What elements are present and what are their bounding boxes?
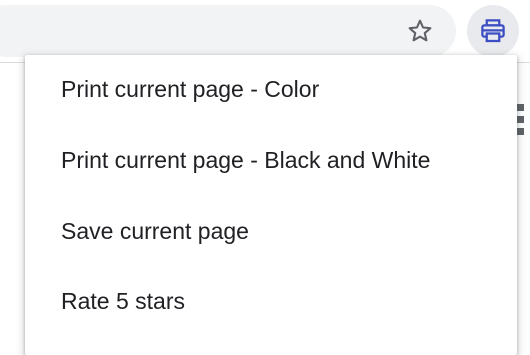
menu-item-label: Save current page xyxy=(61,217,249,244)
menu-item-label: Print current page - Color xyxy=(61,75,320,102)
printer-icon xyxy=(481,19,505,43)
menu-item-rate-stars[interactable]: Rate 5 stars xyxy=(25,266,517,336)
print-extension-button[interactable] xyxy=(467,5,519,57)
print-extension-menu: Print current page - Color Print current… xyxy=(25,55,517,355)
address-bar[interactable] xyxy=(0,5,456,57)
page-menu-icon[interactable] xyxy=(517,104,525,136)
menu-item-label: Rate 5 stars xyxy=(61,287,185,314)
menu-item-print-black-and-white[interactable]: Print current page - Black and White xyxy=(25,125,517,195)
menu-item-save-page[interactable]: Save current page xyxy=(25,196,517,266)
menu-item-label: Print current page - Black and White xyxy=(61,146,431,173)
menu-item-print-color[interactable]: Print current page - Color xyxy=(25,54,517,124)
bookmark-star-button[interactable] xyxy=(402,13,438,49)
star-outline-icon xyxy=(408,19,432,42)
